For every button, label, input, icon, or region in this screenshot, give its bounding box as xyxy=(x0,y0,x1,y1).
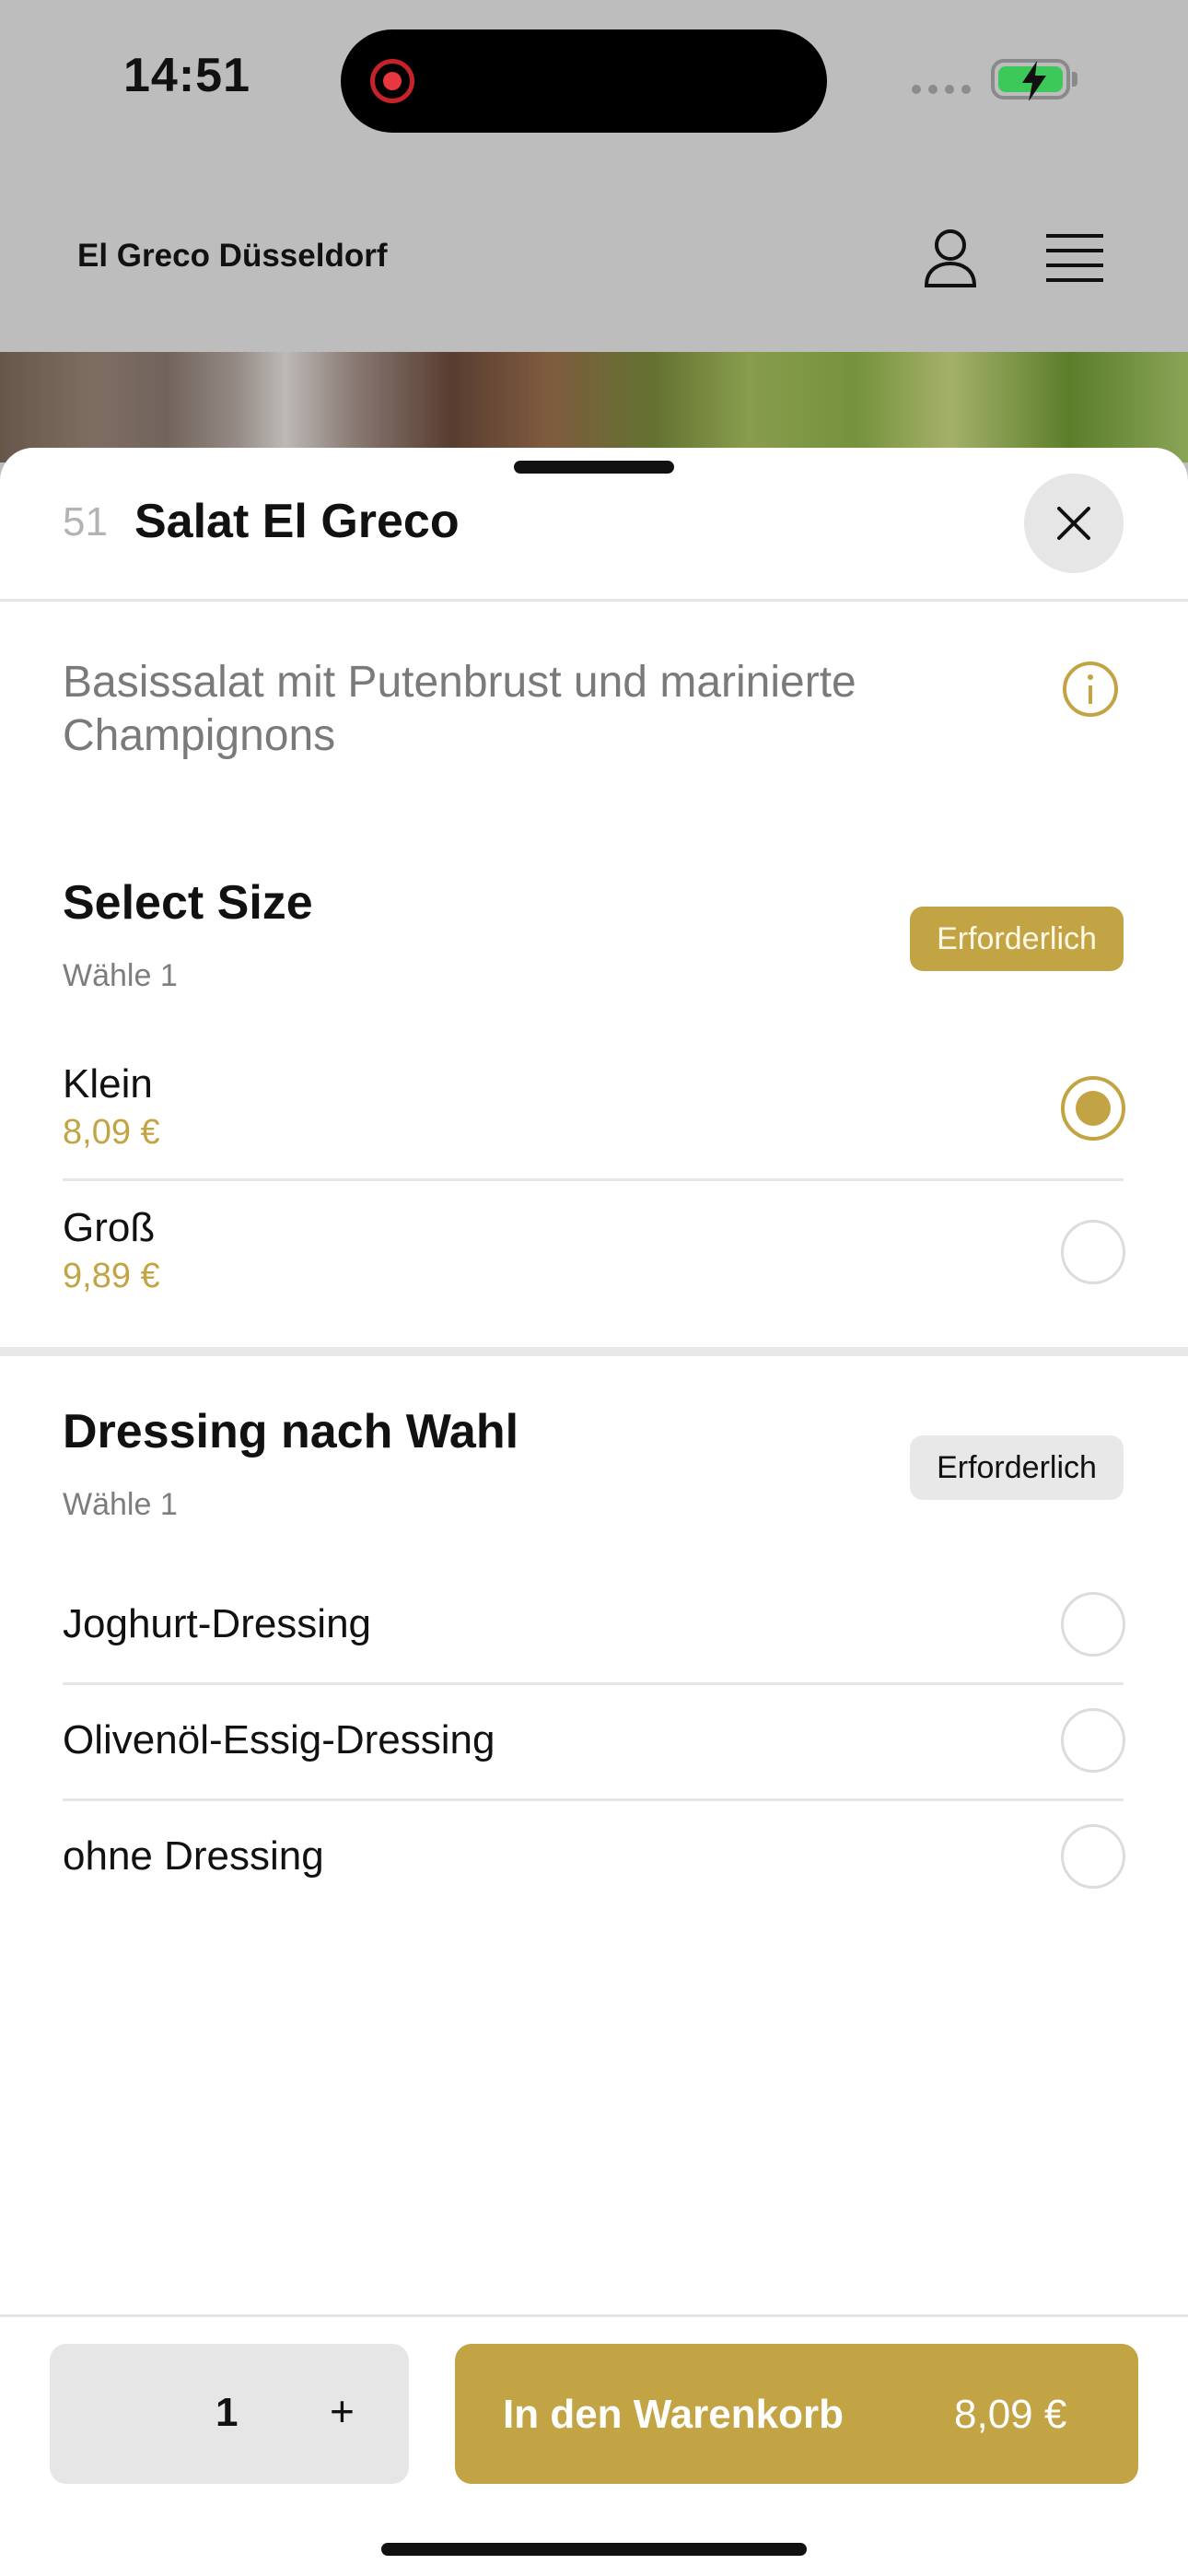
battery-icon xyxy=(991,59,1070,101)
user-icon[interactable] xyxy=(917,225,984,296)
increment-button[interactable]: + xyxy=(330,2386,355,2436)
required-badge: Erforderlich xyxy=(910,1435,1124,1500)
brand-title[interactable]: El Greco Düsseldorf xyxy=(77,238,387,275)
sheet-grabber[interactable] xyxy=(514,461,674,474)
radio-joghurt[interactable] xyxy=(1061,1592,1125,1657)
divider xyxy=(0,599,1188,602)
item-number: 51 xyxy=(63,499,108,544)
quantity-value: 1 xyxy=(215,2390,239,2435)
radio-olivenoel[interactable] xyxy=(1061,1708,1125,1773)
close-button[interactable] xyxy=(1024,474,1124,573)
item-title: Salat El Greco xyxy=(134,495,460,548)
row-divider xyxy=(63,1798,1124,1801)
row-divider xyxy=(63,1682,1124,1685)
add-to-cart-label[interactable]: In den Warenkorb xyxy=(503,2392,844,2438)
radio-ohne[interactable] xyxy=(1061,1824,1125,1889)
radio-klein[interactable] xyxy=(1061,1076,1125,1141)
option-label[interactable]: Olivenöl-Essig-Dressing xyxy=(63,1717,495,1763)
option-price: 8,09 € xyxy=(63,1113,160,1152)
status-time: 14:51 xyxy=(123,49,250,102)
option-label[interactable]: Klein xyxy=(63,1061,153,1107)
option-label[interactable]: ohne Dressing xyxy=(63,1833,324,1879)
row-divider xyxy=(63,1178,1124,1181)
section-subtitle-dressing: Wähle 1 xyxy=(63,1487,178,1522)
menu-icon[interactable] xyxy=(1044,232,1105,288)
section-separator xyxy=(0,1347,1188,1356)
section-subtitle-size: Wähle 1 xyxy=(63,958,178,993)
option-label[interactable]: Groß xyxy=(63,1205,155,1251)
section-title-dressing: Dressing nach Wahl xyxy=(63,1405,519,1458)
option-label[interactable]: Joghurt-Dressing xyxy=(63,1601,371,1647)
close-icon xyxy=(1057,507,1090,540)
required-badge: Erforderlich xyxy=(910,907,1124,971)
add-to-cart-price[interactable]: 8,09 € xyxy=(954,2392,1066,2438)
footer-divider xyxy=(0,2314,1188,2317)
item-sheet xyxy=(0,448,1188,2576)
radio-gross[interactable] xyxy=(1061,1220,1125,1284)
home-indicator[interactable] xyxy=(381,2543,807,2556)
info-icon[interactable] xyxy=(1061,660,1120,723)
section-title-size: Select Size xyxy=(63,876,313,930)
item-description: Basissalat mit Putenbrust und marinierte… xyxy=(63,658,856,760)
food-image xyxy=(0,352,1188,463)
signal-icon xyxy=(912,85,971,94)
option-price: 9,89 € xyxy=(63,1257,160,1295)
record-icon xyxy=(370,59,414,103)
battery-cap xyxy=(1072,72,1077,87)
dynamic-island xyxy=(341,29,827,133)
